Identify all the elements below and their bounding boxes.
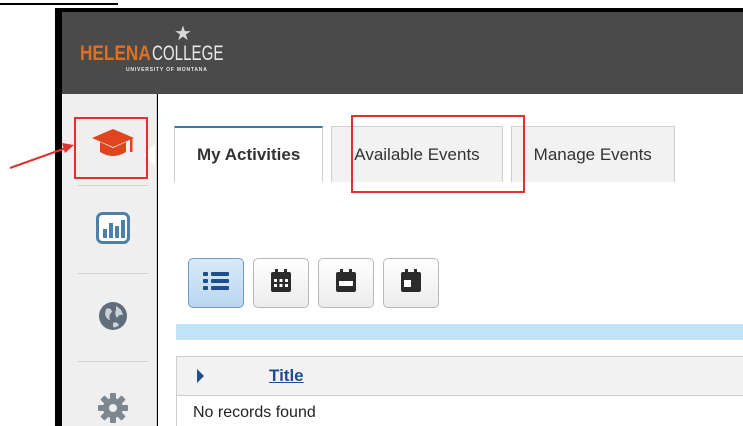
globe-icon [97, 300, 129, 337]
list-view-button[interactable] [188, 258, 244, 308]
tab-my-activities[interactable]: My Activities [174, 126, 324, 182]
college-logo[interactable]: ★ HELENA COLLEGE UNIVERSITY OF MONTANA [80, 24, 252, 82]
calendar-week-icon [334, 268, 358, 299]
tab-manage-events[interactable]: Manage Events [510, 126, 675, 182]
bar-chart-icon [96, 211, 130, 249]
week-view-button[interactable] [318, 258, 374, 308]
gear-icon [97, 392, 129, 426]
expand-caret-icon[interactable] [197, 369, 204, 383]
app-header: ★ HELENA COLLEGE UNIVERSITY OF MONTANA [62, 12, 743, 94]
annotation-arrow-icon [9, 143, 74, 169]
toolbar-strip [176, 324, 743, 340]
logo-text-helena: HELENA [80, 42, 151, 65]
sidebar-item-settings[interactable] [72, 362, 154, 426]
logo-subtitle: UNIVERSITY OF MONTANA [126, 67, 208, 73]
list-icon [201, 269, 231, 298]
logo-text-college: COLLEGE [152, 42, 224, 65]
grid-header: Title [176, 356, 743, 396]
calendar-month-icon [269, 268, 293, 299]
top-border-fragment [0, 0, 118, 8]
view-toggle-group [188, 258, 448, 308]
month-view-button[interactable] [253, 258, 309, 308]
logo-star-icon: ★ [174, 23, 192, 45]
column-header-title[interactable]: Title [269, 366, 304, 386]
day-view-button[interactable] [383, 258, 439, 308]
calendar-day-icon [399, 268, 423, 299]
annotation-highlight-tab [351, 115, 525, 193]
grid-empty-message: No records found [176, 396, 743, 426]
sidebar-item-reports[interactable] [72, 186, 154, 274]
sidebar-item-global[interactable] [72, 274, 154, 362]
